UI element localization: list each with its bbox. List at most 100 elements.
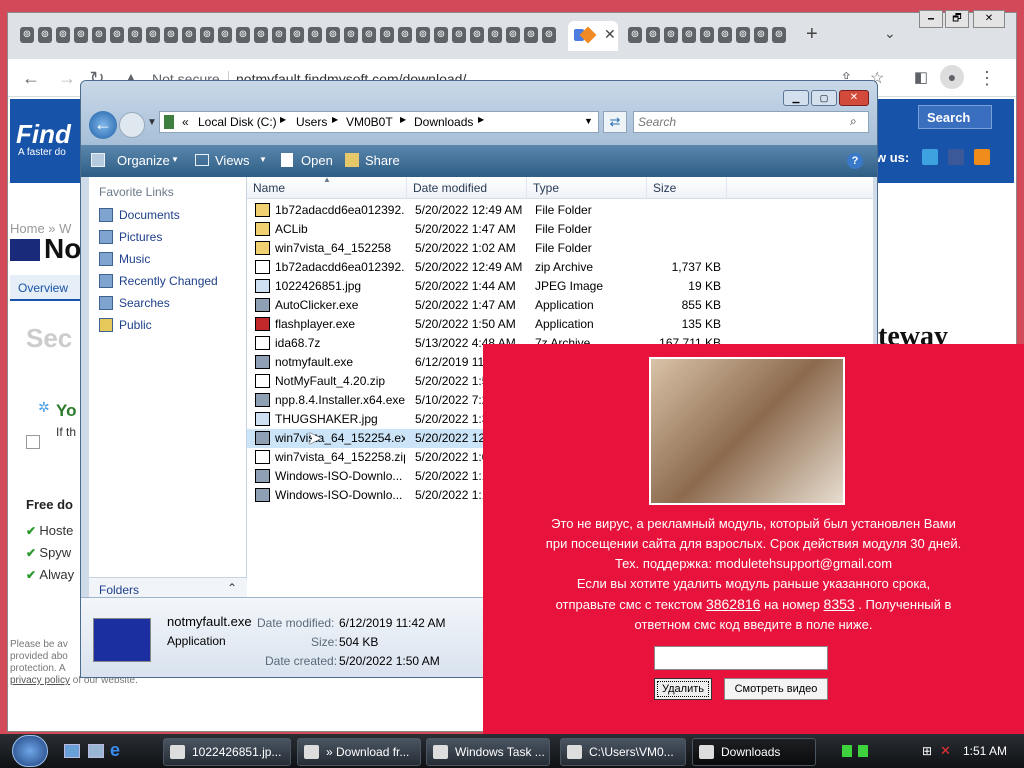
tab-favicon-icon[interactable]: ⊚ xyxy=(146,27,160,43)
tab-favicon-icon[interactable]: ⊚ xyxy=(182,27,196,43)
tab-overview[interactable]: Overview xyxy=(10,275,90,301)
tab-favicon-icon[interactable]: ⊚ xyxy=(254,27,268,43)
tab-favicon-icon[interactable]: ⊚ xyxy=(110,27,124,43)
forward-arrow-icon[interactable] xyxy=(119,112,145,138)
back-icon[interactable]: ← xyxy=(18,65,44,91)
menu-icon[interactable]: ⋮ xyxy=(974,65,1000,91)
tab-favicon-icon[interactable]: ⊚ xyxy=(718,27,732,43)
file-row[interactable]: ACLib 5/20/2022 1:47 AM File Folder xyxy=(247,220,873,239)
tab-favicon-icon[interactable]: ⊚ xyxy=(664,27,678,43)
tab-favicon-icon[interactable]: ⊚ xyxy=(308,27,322,43)
privacy-policy-link[interactable]: privacy policy xyxy=(10,675,70,686)
column-size[interactable]: Size xyxy=(647,177,727,199)
active-tab[interactable]: ✕ xyxy=(568,21,618,51)
taskbar-item[interactable]: C:\Users\VM0... xyxy=(560,738,686,766)
tab-favicon-icon[interactable]: ⊚ xyxy=(38,27,52,43)
taskbar-item[interactable]: » Download fr... xyxy=(297,738,421,766)
tab-favicon-icon[interactable]: ⊚ xyxy=(736,27,750,43)
history-dropdown-icon[interactable]: ▼ xyxy=(147,117,157,128)
breadcrumb-downloads[interactable]: Downloads xyxy=(414,115,473,129)
forward-icon[interactable]: → xyxy=(54,65,80,91)
explorer-close-icon[interactable]: ✕ xyxy=(839,90,869,106)
column-type[interactable]: Type xyxy=(527,177,647,199)
favorite-link-recently-changed[interactable]: Recently Changed xyxy=(99,271,218,291)
tab-favicon-icon[interactable]: ⊚ xyxy=(92,27,106,43)
tab-search-icon[interactable]: ⌄ xyxy=(884,25,896,42)
site-search-button[interactable]: Search xyxy=(918,105,992,129)
taskbar-item[interactable]: Windows Task ... xyxy=(426,738,550,766)
explorer-minimize-icon[interactable]: ▁ xyxy=(783,90,809,106)
favorite-link-public[interactable]: Public xyxy=(99,315,152,335)
network-icon[interactable] xyxy=(842,745,852,757)
search-icon[interactable]: ⌕ xyxy=(850,114,857,129)
tab-favicon-icon[interactable]: ⊚ xyxy=(74,27,88,43)
chevron-right-icon[interactable]: ▶ xyxy=(478,115,484,124)
twitter-icon[interactable] xyxy=(922,149,938,165)
chevron-down-icon[interactable]: ▼ xyxy=(171,155,179,164)
tab-favicon-icon[interactable]: ⊚ xyxy=(20,27,34,43)
tab-favicon-icon[interactable]: ⊚ xyxy=(128,27,142,43)
chevron-right-icon[interactable]: ▶ xyxy=(280,115,286,124)
tab-favicon-icon[interactable]: ⊚ xyxy=(434,27,448,43)
tab-favicon-icon[interactable]: ⊚ xyxy=(398,27,412,43)
tab-favicon-icon[interactable]: ⊚ xyxy=(506,27,520,43)
file-row[interactable]: flashplayer.exe 5/20/2022 1:50 AM Applicat… xyxy=(247,315,873,334)
file-row[interactable]: 1b72adacdd6ea012392... 5/20/2022 12:49 AM… xyxy=(247,201,873,220)
file-row[interactable]: 1b72adacdd6ea012392... 5/20/2022 12:49 AM… xyxy=(247,258,873,277)
ie-icon[interactable]: e xyxy=(110,740,120,761)
code-input[interactable] xyxy=(654,646,828,670)
address-dropdown-icon[interactable]: ▼ xyxy=(584,116,593,126)
help-icon[interactable]: ? xyxy=(847,153,863,169)
tab-favicon-icon[interactable]: ⊚ xyxy=(326,27,340,43)
maximize-icon[interactable]: 🗗 xyxy=(945,10,969,28)
explorer-search-box[interactable]: Search ⌕ xyxy=(633,111,869,133)
delete-button[interactable]: Удалить xyxy=(654,678,712,700)
tab-favicon-icon[interactable]: ⊚ xyxy=(772,27,786,43)
tab-favicon-icon[interactable]: ⊚ xyxy=(290,27,304,43)
breadcrumb-vm0b0t[interactable]: VM0B0T xyxy=(346,115,393,129)
watch-video-button[interactable]: Смотреть видео xyxy=(724,678,828,700)
close-window-icon[interactable]: ✕ xyxy=(973,10,1005,28)
address-breadcrumb[interactable]: « Local Disk (C:) ▶ Users ▶ VM0B0T ▶ Dow… xyxy=(159,111,599,133)
chevron-up-icon[interactable]: ⌃ xyxy=(227,581,237,595)
breadcrumb-overflow[interactable]: « xyxy=(182,115,189,129)
minimize-icon[interactable]: 🗕 xyxy=(919,10,943,28)
rss-icon[interactable] xyxy=(974,149,990,165)
tab-favicon-icon[interactable]: ⊚ xyxy=(416,27,430,43)
new-tab-button[interactable]: + xyxy=(806,23,818,46)
tab-favicon-icon[interactable]: ⊚ xyxy=(56,27,70,43)
side-panel-icon[interactable]: ◧ xyxy=(908,65,934,91)
views-button[interactable]: Views xyxy=(215,153,249,168)
tab-favicon-icon[interactable]: ⊚ xyxy=(754,27,768,43)
breadcrumb-local-disk[interactable]: Local Disk (C:) xyxy=(198,115,277,129)
taskbar-item[interactable]: Downloads xyxy=(692,738,816,766)
favorite-link-searches[interactable]: Searches xyxy=(99,293,170,313)
chevron-right-icon[interactable]: ▶ xyxy=(400,115,406,124)
file-row[interactable]: win7vista_64_152258 5/20/2022 1:02 AM File… xyxy=(247,239,873,258)
taskbar-item[interactable]: 1022426851.jp... xyxy=(163,738,291,766)
show-desktop-icon[interactable] xyxy=(64,744,80,758)
tab-favicon-icon[interactable]: ⊚ xyxy=(164,27,178,43)
tab-favicon-icon[interactable]: ⊚ xyxy=(628,27,642,43)
favorite-link-pictures[interactable]: Pictures xyxy=(99,227,162,247)
refresh-icon[interactable]: ⇄ xyxy=(603,111,627,133)
tab-favicon-icon[interactable]: ⊚ xyxy=(646,27,660,43)
tab-favicon-icon[interactable]: ⊚ xyxy=(524,27,538,43)
tray-network-icon[interactable]: ⊞ xyxy=(922,744,932,758)
close-tab-icon[interactable]: ✕ xyxy=(604,26,616,43)
volume-muted-icon[interactable]: ✕ xyxy=(940,743,951,759)
back-arrow-icon[interactable]: ← xyxy=(89,111,117,139)
switch-windows-icon[interactable] xyxy=(88,744,104,758)
tab-favicon-icon[interactable]: ⊚ xyxy=(470,27,484,43)
tab-favicon-icon[interactable]: ⊚ xyxy=(236,27,250,43)
tab-favicon-icon[interactable]: ⊚ xyxy=(344,27,358,43)
organize-button[interactable]: Organize xyxy=(117,153,170,168)
tab-favicon-icon[interactable]: ⊚ xyxy=(218,27,232,43)
tab-favicon-icon[interactable]: ⊚ xyxy=(362,27,376,43)
chevron-right-icon[interactable]: ▶ xyxy=(332,115,338,124)
breadcrumb-users[interactable]: Users xyxy=(296,115,327,129)
tab-favicon-icon[interactable]: ⊚ xyxy=(452,27,466,43)
network-icon[interactable] xyxy=(858,745,868,757)
site-logo[interactable]: Find xyxy=(16,119,71,150)
explorer-maximize-icon[interactable]: ▢ xyxy=(811,90,837,106)
